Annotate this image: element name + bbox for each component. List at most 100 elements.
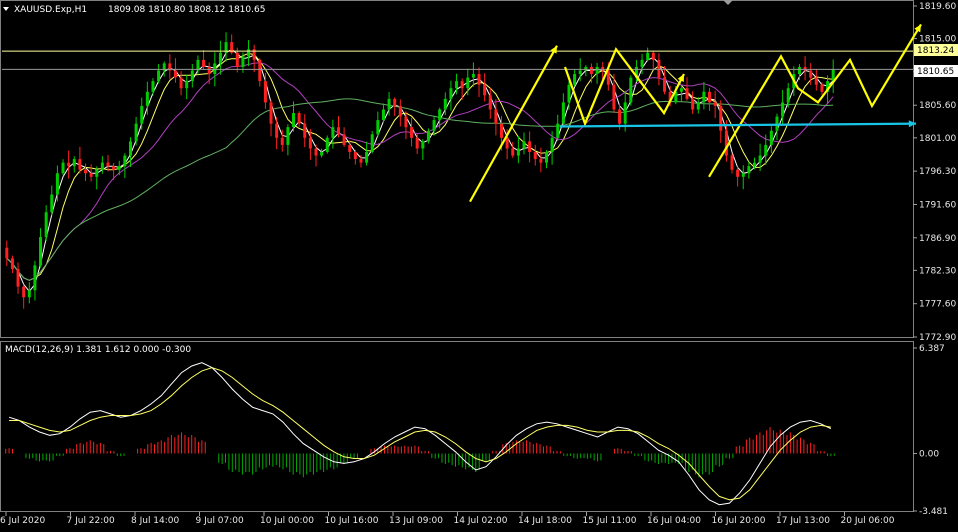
candle-body[interactable]: [22, 286, 26, 298]
candle-body[interactable]: [724, 130, 728, 156]
candle-body[interactable]: [359, 159, 363, 163]
candle-body[interactable]: [578, 70, 582, 75]
candle-body[interactable]: [702, 91, 706, 103]
candle-body[interactable]: [39, 237, 43, 266]
candle-body[interactable]: [292, 113, 296, 128]
candle-body[interactable]: [263, 81, 267, 103]
candle-body[interactable]: [50, 194, 54, 213]
candle-body[interactable]: [55, 173, 59, 195]
candle-body[interactable]: [500, 123, 504, 138]
candle-body[interactable]: [797, 66, 801, 75]
candle-body[interactable]: [235, 52, 239, 67]
candle-body[interactable]: [477, 74, 481, 85]
candle-body[interactable]: [601, 66, 605, 71]
candle-body[interactable]: [10, 258, 14, 269]
candle-body[interactable]: [584, 66, 588, 71]
candle-body[interactable]: [78, 159, 82, 170]
candle-body[interactable]: [33, 265, 37, 291]
candle-body[interactable]: [196, 59, 200, 71]
candle-body[interactable]: [286, 127, 290, 145]
candle-body[interactable]: [275, 123, 279, 138]
candle-body[interactable]: [16, 268, 20, 287]
candle-body[interactable]: [387, 98, 391, 110]
chart-canvas[interactable]: 1819.601815.001810.351805.601801.001796.…: [0, 0, 958, 528]
candle-body[interactable]: [297, 113, 301, 124]
candle-body[interactable]: [511, 148, 515, 156]
support-arrow[interactable]: [559, 122, 917, 128]
candle-body[interactable]: [758, 155, 762, 163]
candle-body[interactable]: [719, 105, 723, 131]
candle-body[interactable]: [432, 120, 436, 131]
candle-body[interactable]: [376, 120, 380, 135]
candle-body[interactable]: [623, 102, 627, 124]
candle-body[interactable]: [471, 74, 475, 78]
candle-body[interactable]: [123, 155, 127, 167]
candle-body[interactable]: [595, 66, 599, 75]
candle-body[interactable]: [443, 98, 447, 110]
candle-body[interactable]: [421, 141, 425, 149]
candle-body[interactable]: [522, 141, 526, 149]
candle-body[interactable]: [72, 159, 76, 167]
candle-body[interactable]: [410, 127, 414, 138]
candle-body[interactable]: [320, 152, 324, 156]
candle-body[interactable]: [494, 109, 498, 124]
candle-body[interactable]: [730, 155, 734, 170]
candle-body[interactable]: [752, 162, 756, 167]
candle-body[interactable]: [685, 88, 689, 99]
horizontal-lines[interactable]: [2, 50, 913, 70]
candle-body[interactable]: [589, 66, 593, 75]
candle-body[interactable]: [134, 123, 138, 142]
candle-body[interactable]: [370, 134, 374, 153]
candle-body[interactable]: [314, 148, 318, 156]
candle-body[interactable]: [353, 152, 357, 160]
candle-body[interactable]: [151, 81, 155, 92]
candle-body[interactable]: [365, 152, 369, 163]
candle-body[interactable]: [505, 137, 509, 149]
arrow-projection[interactable]: [708, 23, 922, 178]
candle-body[interactable]: [533, 152, 537, 160]
candle-body[interactable]: [269, 102, 273, 124]
candle-body[interactable]: [747, 166, 751, 174]
candle-body[interactable]: [336, 127, 340, 135]
candle-body[interactable]: [455, 81, 459, 89]
candle-body[interactable]: [567, 84, 571, 103]
candle-body[interactable]: [84, 169, 88, 174]
candles[interactable]: [5, 32, 835, 309]
candle-body[interactable]: [483, 84, 487, 96]
candle-body[interactable]: [145, 91, 149, 106]
candle-body[interactable]: [629, 77, 633, 103]
candle-body[interactable]: [663, 77, 667, 92]
candle-body[interactable]: [736, 169, 740, 177]
candle-body[interactable]: [247, 49, 251, 57]
candle-body[interactable]: [814, 77, 818, 85]
candle-body[interactable]: [241, 56, 245, 67]
candle-body[interactable]: [202, 59, 206, 67]
candle-body[interactable]: [157, 70, 161, 82]
candle-body[interactable]: [803, 66, 807, 71]
candle-body[interactable]: [561, 102, 565, 124]
candle-body[interactable]: [708, 91, 712, 103]
candle-body[interactable]: [539, 159, 543, 163]
candle-body[interactable]: [809, 70, 813, 78]
candle-body[interactable]: [140, 105, 144, 124]
candle-body[interactable]: [460, 81, 464, 89]
candle-body[interactable]: [544, 152, 548, 163]
candle-body[interactable]: [190, 70, 194, 82]
candle-body[interactable]: [348, 144, 352, 153]
candle-body[interactable]: [820, 84, 824, 92]
candle-body[interactable]: [100, 162, 104, 170]
candle-body[interactable]: [280, 137, 284, 145]
candle-body[interactable]: [381, 109, 385, 121]
candle-body[interactable]: [404, 116, 408, 128]
candle-body[interactable]: [415, 137, 419, 149]
candle-body[interactable]: [516, 148, 520, 156]
candle-body[interactable]: [488, 95, 492, 110]
candle-body[interactable]: [769, 130, 773, 145]
candle-body[interactable]: [640, 59, 644, 67]
candle-body[interactable]: [106, 162, 110, 167]
candle-body[interactable]: [528, 141, 532, 153]
candle-body[interactable]: [398, 105, 402, 117]
candle-body[interactable]: [308, 137, 312, 149]
candle-body[interactable]: [207, 66, 211, 75]
candle-body[interactable]: [573, 74, 577, 85]
